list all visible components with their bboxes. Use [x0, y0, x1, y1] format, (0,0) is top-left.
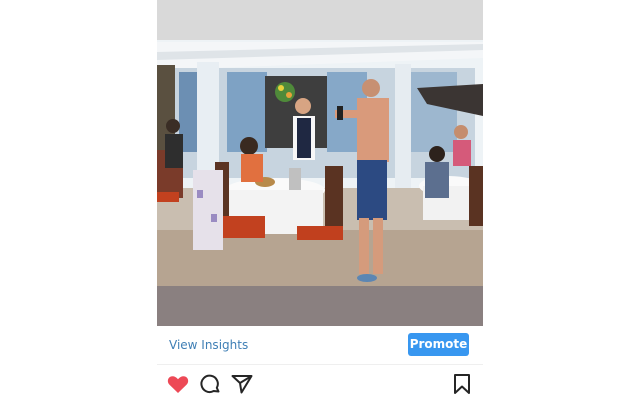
post-photo[interactable] [157, 0, 483, 326]
heart-filled-icon[interactable] [166, 372, 190, 396]
post-action-bar [157, 364, 483, 400]
restaurant-terrace-photo [157, 0, 483, 326]
comment-icon[interactable] [198, 372, 222, 396]
promote-button[interactable]: Promote [408, 333, 469, 356]
paper-plane-icon[interactable] [230, 372, 254, 396]
instagram-post: View Insights Promote [157, 0, 483, 400]
bookmark-icon[interactable] [450, 372, 474, 396]
view-insights-link[interactable]: View Insights [169, 338, 248, 352]
insights-bar: View Insights Promote [157, 326, 483, 365]
app-screen: View Insights Promote [0, 0, 640, 400]
